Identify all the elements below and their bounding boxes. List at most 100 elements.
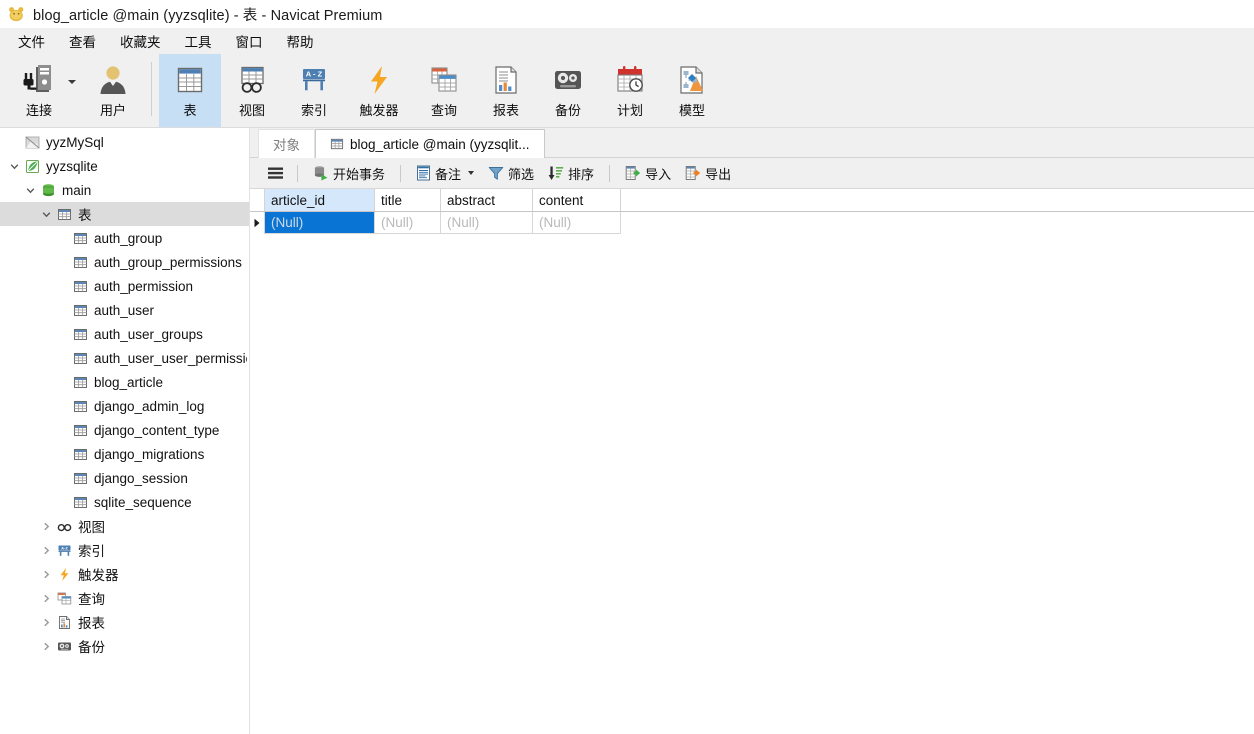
tree-node-auth_user_user_permissions[interactable]: auth_user_user_permissions	[0, 346, 249, 370]
toolbar-user[interactable]: 用户	[82, 54, 144, 127]
toolbar-table-label: 表	[183, 103, 197, 118]
note-button[interactable]: 备注	[409, 162, 481, 185]
cell-content[interactable]: (Null)	[533, 212, 621, 234]
svg-text:A-Z: A-Z	[61, 545, 68, 550]
filter-button[interactable]: 筛选	[481, 162, 541, 185]
chevron-down-icon[interactable]	[22, 178, 38, 202]
menu-help[interactable]: 帮助	[275, 29, 326, 53]
chevron-right-icon[interactable]	[38, 610, 54, 634]
database-tree: yyzMySql yyzsqlite main 表 auth_group aut…	[0, 128, 249, 658]
tree-node-label: main	[62, 182, 92, 198]
expander-placeholder	[6, 130, 22, 154]
sort-label: 排序	[568, 166, 595, 182]
tab-blog-article-data[interactable]: blog_article @main (yyzsqlit...	[315, 129, 545, 158]
chevron-right-icon[interactable]	[38, 538, 54, 562]
menu-favorites[interactable]: 收藏夹	[108, 29, 173, 53]
tree-node-yyzsqlite[interactable]: yyzsqlite	[0, 154, 249, 178]
tree-node-auth_user[interactable]: auth_user	[0, 298, 249, 322]
tree-node-django_content_type[interactable]: django_content_type	[0, 418, 249, 442]
tree-node-auth_group[interactable]: auth_group	[0, 226, 249, 250]
tree-node-tables-folder[interactable]: 表	[0, 202, 249, 226]
column-header-abstract[interactable]: abstract	[441, 189, 533, 211]
tree-node-queries-folder[interactable]: 查询	[0, 586, 249, 610]
grid-menu-button[interactable]	[262, 164, 289, 182]
tab-objects-label: 对象	[273, 138, 300, 153]
toolbar-trigger[interactable]: 触发器	[345, 54, 413, 127]
export-button[interactable]: 导出	[678, 162, 738, 185]
tree-node-blog_article[interactable]: blog_article	[0, 370, 249, 394]
index-icon: A - Z	[298, 62, 330, 97]
grid-toolbar-separator-2	[400, 164, 402, 182]
menu-tools[interactable]: 工具	[173, 29, 224, 53]
content-pane: 对象 blog_article @main (yyzsqlit... 开始事务 …	[250, 128, 1254, 734]
chevron-right-icon[interactable]	[38, 586, 54, 610]
model-icon	[676, 62, 708, 97]
toolbar-connection[interactable]: 连接	[8, 54, 76, 127]
tree-node-auth_permission[interactable]: auth_permission	[0, 274, 249, 298]
user-icon	[97, 62, 129, 97]
column-header-article_id[interactable]: article_id	[265, 189, 375, 211]
tree-node-django_admin_log[interactable]: django_admin_log	[0, 394, 249, 418]
chevron-down-icon[interactable]	[38, 202, 54, 226]
chevron-right-icon[interactable]	[38, 634, 54, 658]
toolbar-report[interactable]: 报表	[475, 54, 537, 127]
toolbar-backup-label: 备份	[554, 103, 581, 118]
tree-node-label: yyzsqlite	[46, 158, 98, 174]
tree-node-label: auth_permission	[94, 278, 194, 294]
main-toolbar: 连接 用户 表 视图 A - Z 索引 触发器 查询 报表 备份 计划 模型	[0, 54, 1254, 128]
tree-node-backups-folder[interactable]: 备份	[0, 634, 249, 658]
chevron-down-icon[interactable]	[68, 80, 76, 84]
grid-corner-cell	[250, 189, 265, 211]
toolbar-index[interactable]: A - Z 索引	[283, 54, 345, 127]
chevron-right-icon[interactable]	[38, 514, 54, 538]
table-row[interactable]: (Null) (Null) (Null) (Null)	[250, 212, 1254, 234]
column-header-title[interactable]: title	[375, 189, 441, 211]
tree-node-sqlite_sequence[interactable]: sqlite_sequence	[0, 490, 249, 514]
tree-node-auth_group_permissions[interactable]: auth_group_permissions	[0, 250, 249, 274]
cell-abstract[interactable]: (Null)	[441, 212, 533, 234]
tree-node-auth_user_groups[interactable]: auth_user_groups	[0, 322, 249, 346]
navicat-logo-icon	[7, 5, 26, 24]
chevron-down-icon[interactable]	[468, 171, 475, 175]
chevron-right-icon[interactable]	[38, 562, 54, 586]
tree-node-reports-folder[interactable]: 报表	[0, 610, 249, 634]
tree-node-label: 触发器	[78, 568, 119, 583]
data-grid-header-row: article_id title abstract content	[250, 189, 1254, 212]
import-button[interactable]: 导入	[618, 162, 678, 185]
toolbar-query[interactable]: 查询	[413, 54, 475, 127]
chevron-down-icon[interactable]	[6, 154, 22, 178]
toolbar-table[interactable]: 表	[159, 54, 221, 127]
toolbar-backup[interactable]: 备份	[537, 54, 599, 127]
tree-node-django_session[interactable]: django_session	[0, 466, 249, 490]
backup-icon	[54, 639, 74, 654]
toolbar-model[interactable]: 模型	[661, 54, 723, 127]
column-header-content[interactable]: content	[533, 189, 621, 211]
menu-view[interactable]: 查看	[57, 29, 108, 53]
tab-objects[interactable]: 对象	[258, 129, 315, 158]
cell-article_id[interactable]: (Null)	[265, 212, 375, 234]
table-icon	[70, 399, 90, 414]
data-grid[interactable]: article_id title abstract content (Null)…	[250, 189, 1254, 234]
cell-title[interactable]: (Null)	[375, 212, 441, 234]
export-label: 导出	[705, 166, 732, 182]
view-icon	[54, 519, 74, 534]
tree-node-views-folder[interactable]: 视图	[0, 514, 249, 538]
begin-transaction-button[interactable]: 开始事务	[306, 162, 392, 185]
table-icon	[70, 255, 90, 270]
tree-node-django_migrations[interactable]: django_migrations	[0, 442, 249, 466]
table-icon	[70, 495, 90, 510]
object-tree-sidebar[interactable]: yyzMySql yyzsqlite main 表 auth_group aut…	[0, 128, 250, 734]
sort-icon	[548, 165, 564, 181]
tree-node-indexes-folder[interactable]: A-Z 索引	[0, 538, 249, 562]
toolbar-schedule[interactable]: 计划	[599, 54, 661, 127]
menu-file[interactable]: 文件	[6, 29, 57, 53]
filter-icon	[488, 165, 504, 181]
toolbar-view[interactable]: 视图	[221, 54, 283, 127]
menu-window[interactable]: 窗口	[224, 29, 275, 53]
tree-node-yyzmysql[interactable]: yyzMySql	[0, 130, 249, 154]
tree-node-triggers-folder[interactable]: 触发器	[0, 562, 249, 586]
table-folder-icon	[54, 207, 74, 222]
tree-node-main[interactable]: main	[0, 178, 249, 202]
schedule-icon	[614, 62, 646, 97]
sort-button[interactable]: 排序	[541, 162, 601, 185]
